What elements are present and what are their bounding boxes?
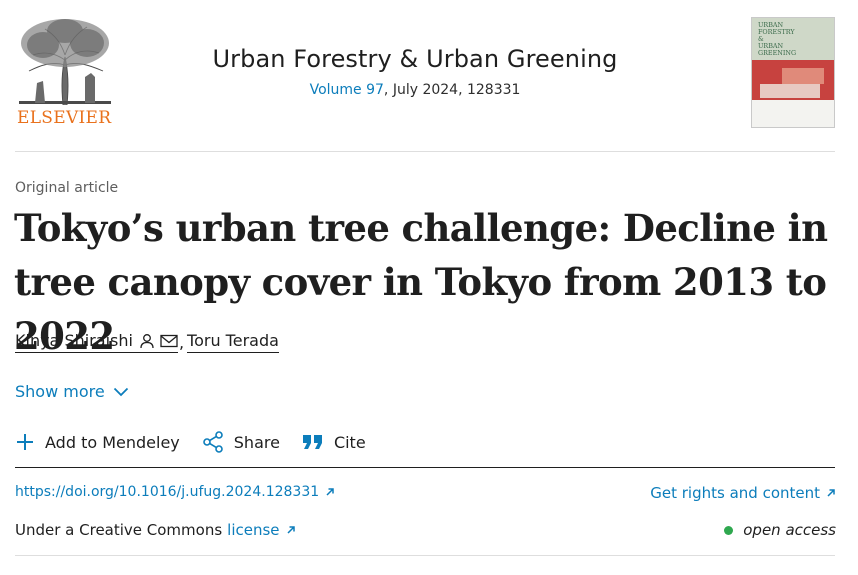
external-link-icon — [287, 526, 295, 534]
journal-header: ELSEVIER Urban Forestry & Urban Greening… — [15, 15, 835, 135]
external-link-icon — [326, 488, 334, 496]
author-link[interactable]: Kinya Shiraishi — [15, 331, 178, 353]
bottom-divider — [15, 555, 835, 556]
open-access-badge: open access — [724, 521, 836, 539]
cover-bottom-band — [752, 100, 834, 127]
cover-title: URBAN FORESTRY & URBAN GREENING — [758, 21, 797, 57]
cover-photo-detail — [760, 84, 820, 98]
license-prefix: Under a Creative Commons — [15, 521, 223, 539]
journal-title[interactable]: Urban Forestry & Urban Greening — [155, 45, 675, 73]
toolbar-divider — [15, 467, 835, 468]
share-icon — [202, 431, 223, 453]
journal-info: Urban Forestry & Urban Greening Volume 9… — [155, 45, 675, 98]
open-access-label: open access — [743, 521, 836, 539]
license-link-label: license — [227, 521, 280, 539]
journal-issue: Volume 97, July 2024, 128331 — [155, 82, 675, 98]
rights-label: Get rights and content — [650, 484, 820, 502]
person-icon — [140, 333, 154, 348]
share-label: Share — [233, 432, 280, 452]
chevron-down-icon — [113, 387, 128, 396]
share-button[interactable]: Share — [202, 431, 280, 453]
header-divider — [15, 151, 835, 152]
add-to-mendeley-button[interactable]: Add to Mendeley — [15, 432, 180, 452]
show-more-label: Show more — [15, 382, 105, 401]
external-link-icon — [827, 489, 835, 497]
author-separator: , — [178, 332, 185, 352]
elsevier-logo[interactable]: ELSEVIER — [15, 15, 115, 130]
publisher-wordmark: ELSEVIER — [17, 108, 112, 128]
plus-icon — [17, 434, 33, 450]
doi-text: https://doi.org/10.1016/j.ufug.2024.1283… — [15, 484, 320, 500]
open-access-dot-icon — [724, 525, 734, 535]
cover-photo-detail — [782, 68, 824, 84]
article-toolbar: Add to Mendeley Share Cite — [15, 431, 388, 453]
cite-button[interactable]: Cite — [302, 433, 366, 452]
license-info: Under a Creative Commons license — [15, 521, 296, 539]
author-name: Toru Terada — [187, 331, 279, 350]
cite-label: Cite — [333, 432, 366, 452]
article-type: Original article — [15, 180, 119, 196]
license-link[interactable]: license — [227, 521, 295, 539]
doi-link[interactable]: https://doi.org/10.1016/j.ufug.2024.1283… — [15, 484, 335, 500]
tree-emblem-icon — [19, 19, 111, 106]
journal-cover-image[interactable]: URBAN FORESTRY & URBAN GREENING — [751, 17, 835, 128]
author-list: Kinya Shiraishi , Toru Terada — [15, 331, 279, 353]
volume-link[interactable]: Volume 97 — [310, 82, 384, 98]
show-more-button[interactable]: Show more — [15, 382, 129, 401]
author-link[interactable]: Toru Terada — [187, 331, 279, 353]
mendeley-label: Add to Mendeley — [45, 432, 180, 452]
rights-link[interactable]: Get rights and content — [650, 484, 836, 502]
author-name: Kinya Shiraishi — [15, 331, 133, 350]
envelope-icon — [160, 334, 178, 347]
issue-info: , July 2024, 128331 — [383, 82, 521, 98]
quote-icon — [302, 435, 322, 449]
